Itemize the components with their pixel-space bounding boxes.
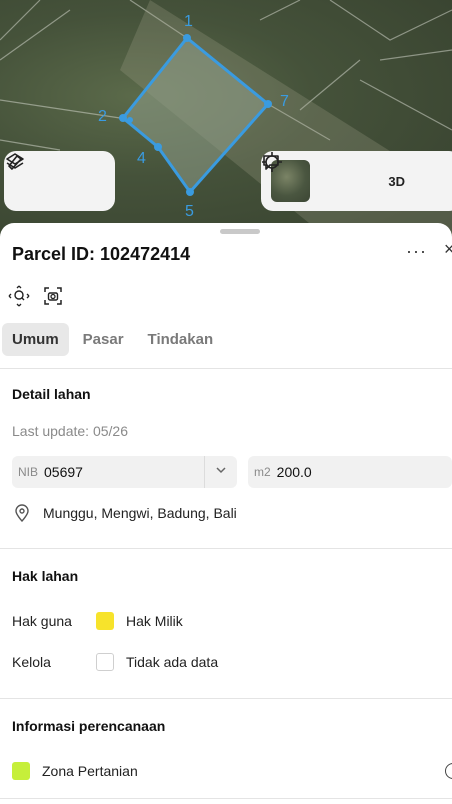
last-update-text: Last update: 05/26 [12,423,128,439]
zoom-to-parcel-icon[interactable] [8,285,30,307]
hak-guna-value: Hak Milik [126,613,183,629]
vertex-mid [127,117,133,123]
vertex-label-1: 1 [184,13,193,30]
vertex-1 [183,34,191,42]
chat-icon [263,155,279,170]
divider [0,798,452,799]
address-row: Munggu, Mengwi, Badung, Bali [12,503,237,523]
divider [0,548,452,549]
measure-button[interactable] [8,155,102,196]
hak-guna-label: Hak guna [12,613,72,629]
view-3d-button[interactable]: 3D [383,166,411,196]
area-value: 200.0 [276,464,312,480]
vertex-2 [119,114,127,122]
detail-heading: Detail lahan [12,386,91,402]
area-unit-label: m2 [254,465,271,479]
kelola-swatch [96,653,114,671]
ruler-icon [8,155,22,170]
vertex-4 [154,143,162,151]
kelola-row: Kelola Tidak ada data [12,653,218,671]
sheet-drag-handle[interactable] [220,229,260,234]
nib-value: 05697 [44,464,83,480]
zone-swatch [12,762,30,780]
zone-label: Zona Pertanian [42,763,138,779]
planning-heading: Informasi perencanaan [12,718,166,734]
tab-bar: Umum Pasar Tindakan [2,323,223,356]
locate-button[interactable] [262,152,360,196]
tab-pasar[interactable]: Pasar [73,323,134,356]
area-field[interactable]: m2 200.0 [248,456,452,488]
close-button[interactable]: × [444,239,452,260]
vertex-7 [264,100,272,108]
hak-milik-swatch [96,612,114,630]
kelola-label: Kelola [12,654,51,670]
nib-label: NIB [18,465,39,479]
parcel-action-icons [8,285,64,307]
field-separator [204,456,205,488]
map-view-panel: 3D [261,151,452,211]
screenshot-icon[interactable] [42,285,64,307]
tab-tindakan[interactable]: Tindakan [138,323,224,356]
vertex-5 [186,188,194,196]
kelola-value: Tidak ada data [126,654,219,670]
vertex-label-5: 5 [185,203,194,220]
map-view[interactable]: 1 2 7 4 5 3D [0,0,452,240]
vertex-label-2: 2 [98,108,107,125]
view-3d-label: 3D [388,173,406,189]
map-tools-panel [4,151,115,211]
zone-row[interactable]: Zona Pertanian [12,762,138,780]
hak-guna-row: Hak guna Hak Milik [12,612,183,630]
feedback-button[interactable] [263,155,452,196]
hak-heading: Hak lahan [12,568,79,584]
vertex-label-7: 7 [280,93,289,110]
tab-umum[interactable]: Umum [2,323,69,356]
vertex-label-4: 4 [137,150,146,167]
divider [0,368,452,369]
info-icon[interactable] [445,763,452,779]
parcel-detail-sheet: Parcel ID: 102472414 ··· × Umum Pasar Ti… [0,223,452,804]
more-options-button[interactable]: ··· [406,241,427,262]
chevron-down-icon [215,463,227,481]
address-text: Munggu, Mengwi, Badung, Bali [43,505,237,521]
divider [0,698,452,699]
parcel-title: Parcel ID: 102472414 [12,244,191,264]
location-pin-icon [15,504,29,523]
